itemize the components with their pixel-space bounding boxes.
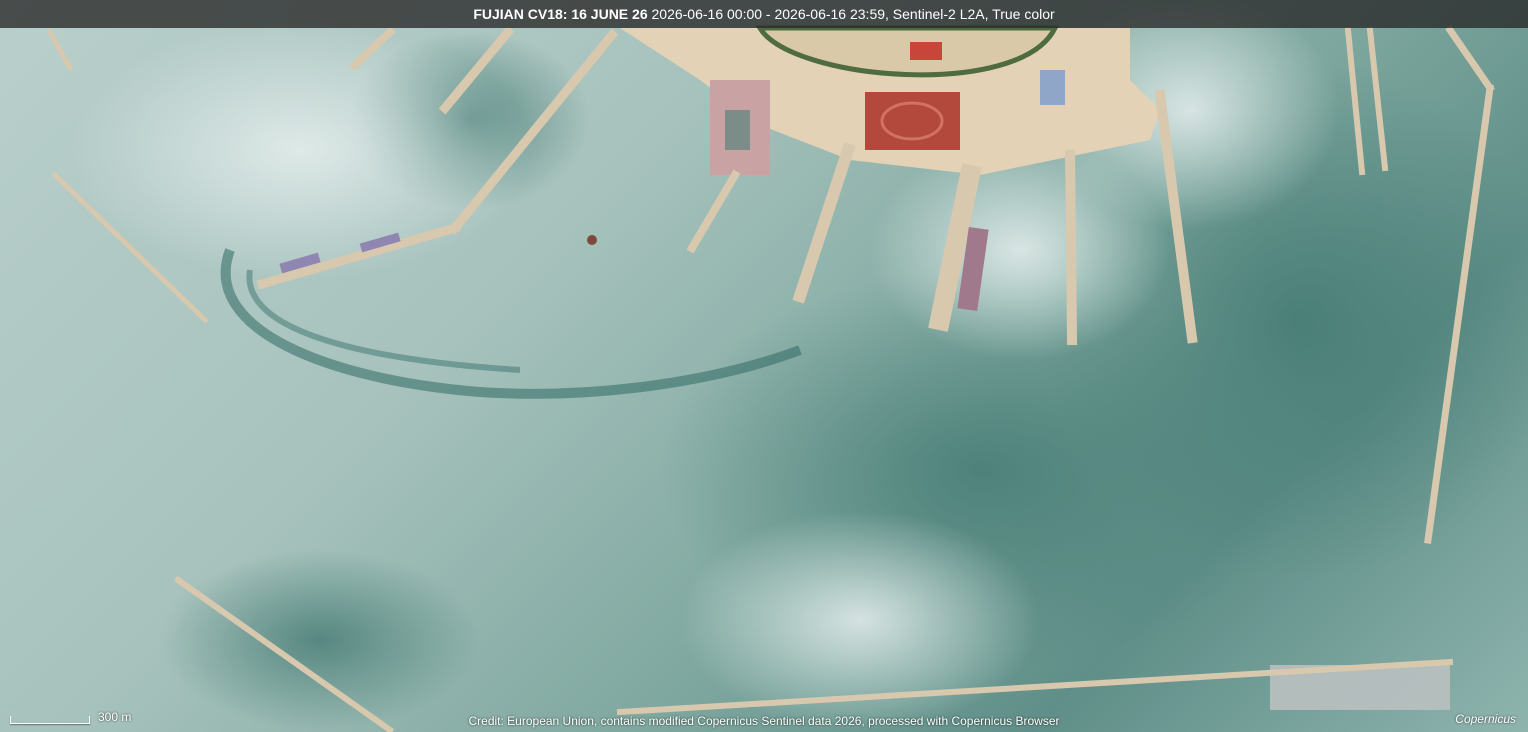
blue-roof-building	[1040, 70, 1065, 105]
copernicus-logo: Copernicus	[1455, 712, 1516, 726]
cloud-haze	[70, 20, 530, 280]
satellite-map[interactable]: FUJIAN CV18: 16 JUNE 26 2026-06-16 00:00…	[0, 0, 1528, 732]
red-roof-building	[910, 42, 942, 60]
deep-water-patch	[160, 550, 480, 730]
image-metadata: 2026-06-16 00:00 - 2026-06-16 23:59, Sen…	[647, 6, 1055, 22]
small-vessel	[587, 235, 597, 245]
image-title-bar: FUJIAN CV18: 16 JUNE 26 2026-06-16 00:00…	[0, 0, 1528, 28]
cloud-haze	[870, 140, 1170, 360]
map-imagery	[46, 0, 1528, 732]
sports-field	[865, 92, 960, 150]
image-title: FUJIAN CV18: 16 JUNE 26	[473, 6, 648, 22]
ship-wake	[246, 269, 521, 373]
credit-text: Credit: European Union, contains modifie…	[468, 714, 1060, 728]
